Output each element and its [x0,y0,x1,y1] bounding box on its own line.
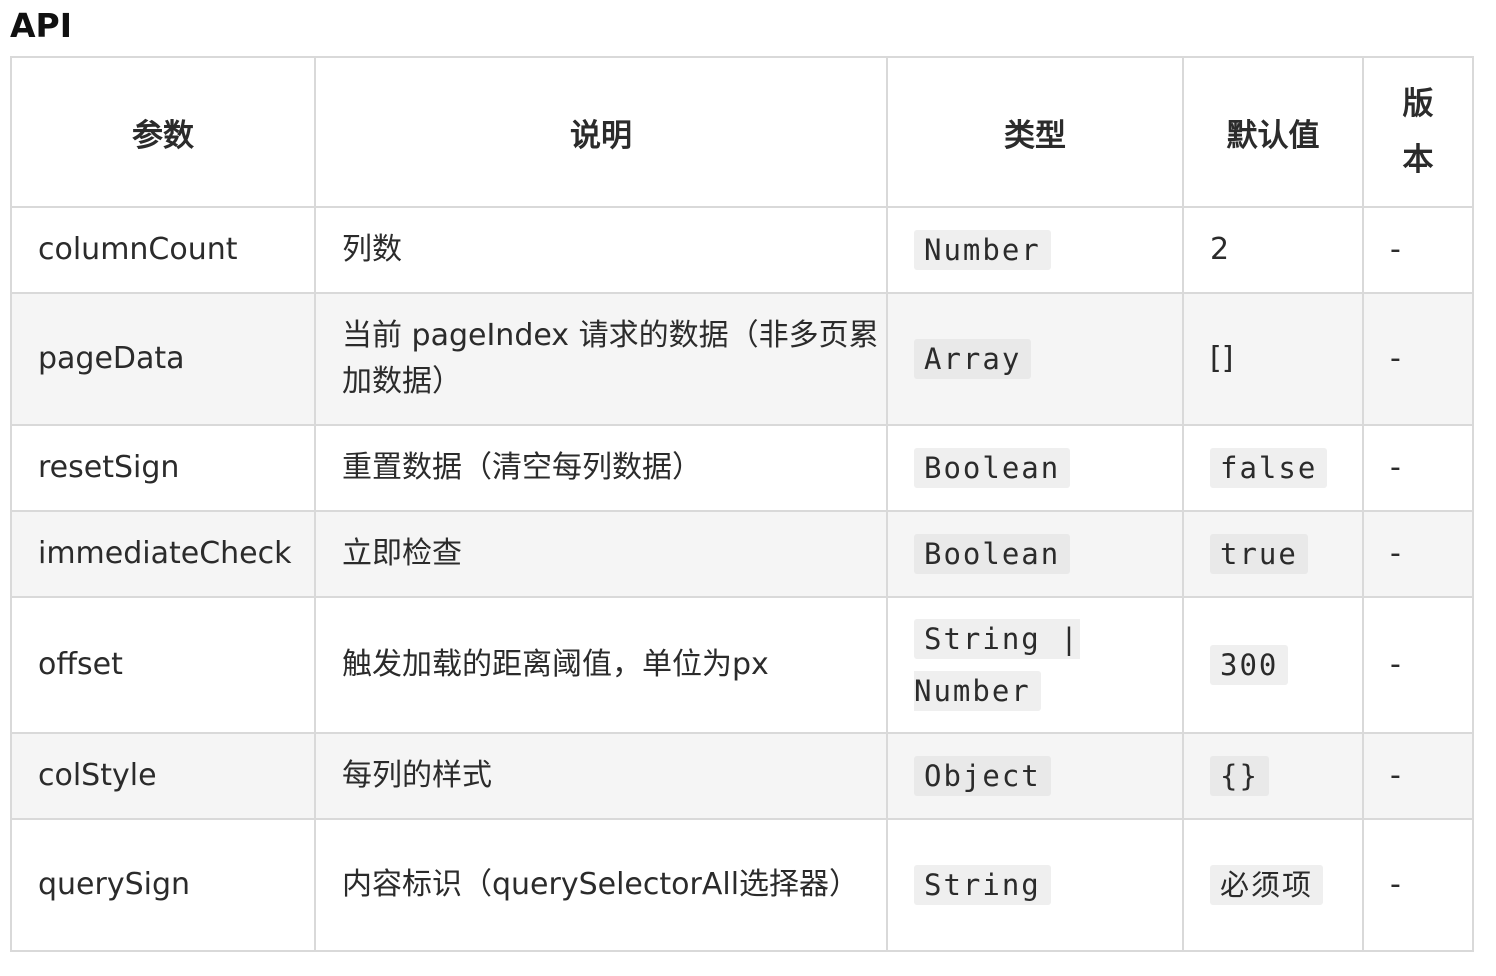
param-name: offset [10,596,316,734]
param-default: 2 [1182,206,1364,294]
param-default: false [1210,448,1328,488]
header-default: 默认值 [1182,56,1364,208]
param-description: 内容标识（querySelectorAll选择器） [314,818,888,952]
table-row: pageData 当前 pageIndex 请求的数据（非多页累加数据） Arr… [10,292,1474,426]
param-name: resetSign [10,424,316,512]
param-description: 列数 [314,206,888,294]
table-row: resetSign 重置数据（清空每列数据） Boolean false - [10,424,1474,512]
table-row: columnCount 列数 Number 2 - [10,206,1474,294]
param-default: {} [1210,756,1269,796]
table-row: offset 触发加载的距离阈值，单位为px String | Number 3… [10,596,1474,734]
param-type: String [914,865,1051,905]
param-version: - [1362,596,1474,734]
header-version: 版本 [1362,56,1474,208]
param-name: pageData [10,292,316,426]
param-version: - [1362,732,1474,820]
param-default: 必须项 [1210,865,1324,905]
param-name: columnCount [10,206,316,294]
param-type: String | Number [914,619,1080,711]
header-type: 类型 [886,56,1184,208]
table-header-row: 参数 说明 类型 默认值 版本 [10,56,1474,208]
param-name: colStyle [10,732,316,820]
param-type: Array [914,339,1032,379]
table-row: querySign 内容标识（querySelectorAll选择器） Stri… [10,818,1474,952]
section-heading: API [10,6,73,45]
param-type: Boolean [914,448,1071,488]
param-default: true [1210,534,1308,574]
table-row: colStyle 每列的样式 Object {} - [10,732,1474,820]
param-description: 当前 pageIndex 请求的数据（非多页累加数据） [314,292,888,426]
param-version: - [1362,206,1474,294]
param-description: 触发加载的距离阈值，单位为px [314,596,888,734]
param-version: - [1362,510,1474,598]
param-name: querySign [10,818,316,952]
param-default: [] [1182,292,1364,426]
header-description: 说明 [314,56,888,208]
param-type: Number [914,230,1051,270]
param-type: Boolean [914,534,1071,574]
param-description: 立即检查 [314,510,888,598]
param-version: - [1362,818,1474,952]
param-version: - [1362,292,1474,426]
param-type: Object [914,756,1051,796]
header-param: 参数 [10,56,316,208]
param-name: immediateCheck [10,510,316,598]
table-row: immediateCheck 立即检查 Boolean true - [10,510,1474,598]
param-description: 重置数据（清空每列数据） [314,424,888,512]
param-default: 300 [1210,645,1289,685]
param-description: 每列的样式 [314,732,888,820]
api-table: 参数 说明 类型 默认值 版本 columnCount 列数 Number 2 … [10,56,1474,952]
param-version: - [1362,424,1474,512]
